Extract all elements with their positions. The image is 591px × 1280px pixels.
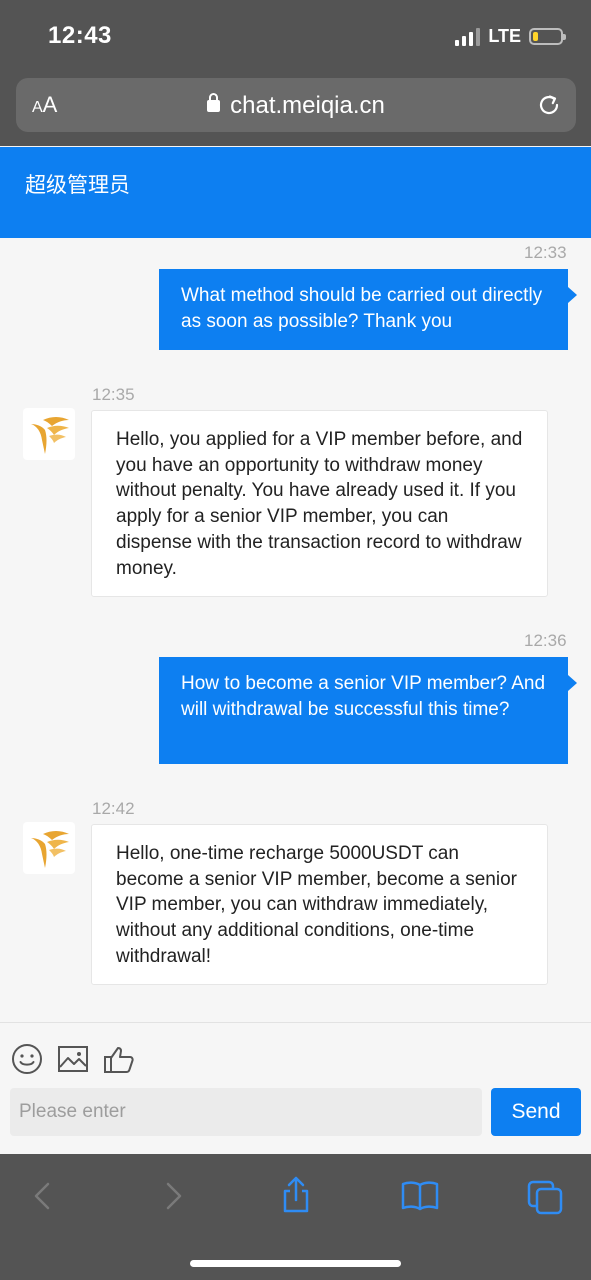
network-label: LTE bbox=[488, 26, 521, 46]
status-time: 12:43 bbox=[48, 22, 112, 49]
outgoing-message: How to become a senior VIP member? And w… bbox=[159, 657, 577, 764]
bookmarks-icon[interactable] bbox=[398, 1174, 442, 1218]
message-timestamp: 12:42 bbox=[92, 799, 135, 818]
reload-icon[interactable] bbox=[536, 92, 562, 123]
outgoing-message: What method should be carried out direct… bbox=[159, 269, 577, 350]
message-timestamp: 12:35 bbox=[92, 385, 135, 404]
share-icon[interactable] bbox=[274, 1174, 318, 1218]
home-indicator[interactable] bbox=[190, 1260, 401, 1267]
image-icon[interactable] bbox=[57, 1043, 89, 1075]
status-bar: 12:43 LTE bbox=[0, 0, 591, 76]
message-timestamp: 12:33 bbox=[524, 243, 567, 262]
agent-logo-icon bbox=[31, 417, 69, 454]
signal-icon bbox=[455, 27, 481, 46]
url-text: chat.meiqia.cn bbox=[230, 92, 385, 119]
incoming-message: Hello, one-time recharge 5000USDT can be… bbox=[91, 824, 548, 985]
incoming-message: Hello, you applied for a VIP member befo… bbox=[91, 410, 548, 597]
address-bar[interactable]: AA chat.meiqia.cn bbox=[16, 78, 576, 132]
agent-logo-icon bbox=[31, 831, 69, 868]
lock-icon bbox=[207, 93, 221, 112]
forward-icon[interactable] bbox=[150, 1174, 194, 1218]
url-display[interactable]: chat.meiqia.cn bbox=[16, 92, 576, 120]
status-indicators: LTE bbox=[455, 26, 566, 47]
agent-avatar bbox=[23, 408, 75, 460]
browser-toolbar bbox=[0, 1154, 591, 1280]
composer: Send bbox=[0, 1022, 591, 1154]
chat-title: 超级管理员 bbox=[25, 174, 130, 197]
chat-header: 超级管理员 bbox=[0, 147, 591, 238]
message-input[interactable] bbox=[10, 1088, 482, 1136]
browser-chrome-top: AA chat.meiqia.cn bbox=[0, 76, 591, 146]
message-list[interactable]: 12:33 What method should be carried out … bbox=[0, 238, 591, 1022]
battery-icon bbox=[529, 28, 566, 45]
agent-avatar bbox=[23, 822, 75, 874]
tabs-icon[interactable] bbox=[524, 1174, 568, 1218]
back-icon[interactable] bbox=[22, 1174, 66, 1218]
message-timestamp: 12:36 bbox=[524, 631, 567, 650]
emoji-icon[interactable] bbox=[11, 1043, 43, 1075]
send-button[interactable]: Send bbox=[491, 1088, 581, 1136]
thumbs-up-icon[interactable] bbox=[103, 1043, 135, 1075]
